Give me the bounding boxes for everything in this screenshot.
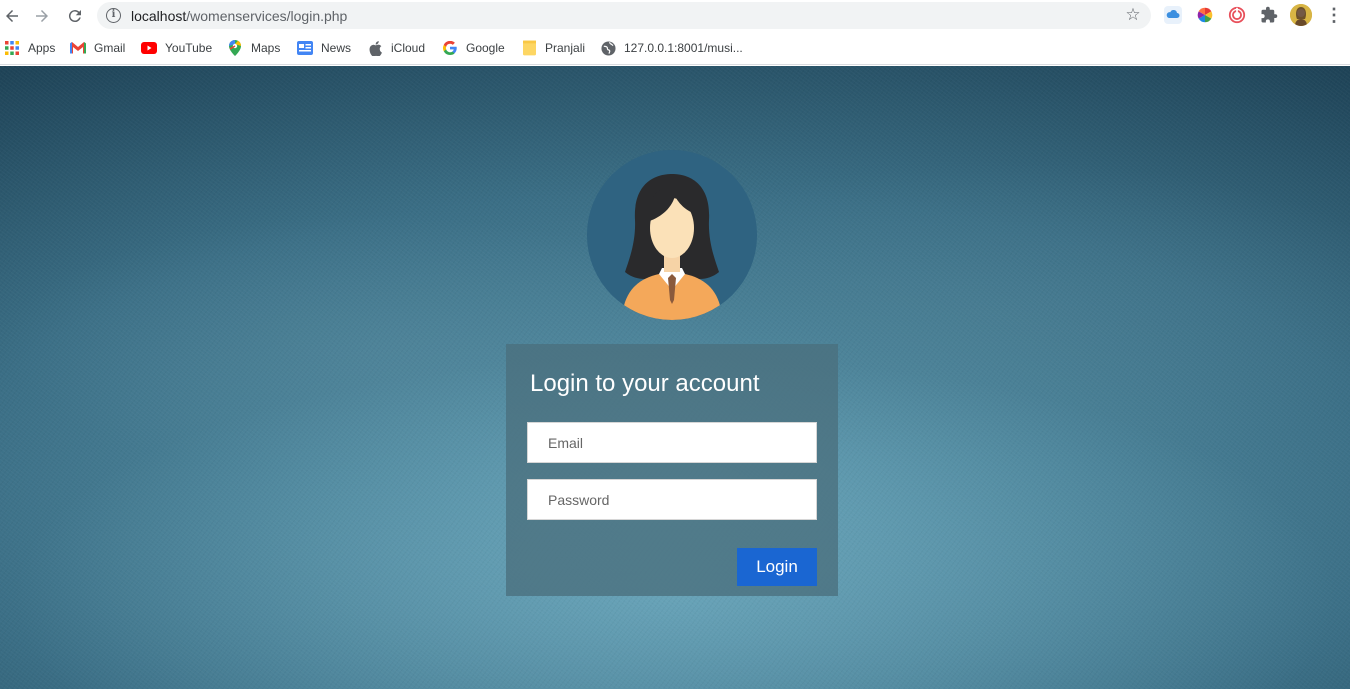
- email-field[interactable]: [527, 422, 817, 463]
- bookmark-label: YouTube: [165, 41, 213, 55]
- user-avatar-illustration: [587, 150, 757, 320]
- bookmark-label: Pranjali: [545, 41, 586, 55]
- bookmark-local-music[interactable]: 127.0.0.1:8001/musi...: [600, 38, 743, 58]
- login-panel: Login to your account Login: [506, 344, 838, 596]
- google-icon: [442, 40, 458, 56]
- bookmark-youtube[interactable]: YouTube: [141, 38, 212, 58]
- browser-toolbar: i localhost/womenservices/login.php ☆ ⋮: [0, 0, 1350, 32]
- bookmark-maps[interactable]: Maps: [227, 38, 280, 58]
- bookmark-pranjali[interactable]: Pranjali: [521, 38, 585, 58]
- bookmark-label: Gmail: [94, 41, 126, 55]
- maps-icon: [227, 40, 243, 56]
- back-arrow-icon[interactable]: [0, 4, 24, 28]
- login-page-background: Login to your account Login: [0, 66, 1350, 689]
- bookmark-star-icon[interactable]: ☆: [1124, 6, 1142, 24]
- folder-icon: [521, 40, 537, 56]
- news-icon: [297, 40, 313, 56]
- address-bar[interactable]: i localhost/womenservices/login.php ☆: [97, 2, 1151, 29]
- bookmarks-bar: Apps Gmail YouTube Maps News iCloud Goog…: [0, 32, 1350, 65]
- url-host: localhost: [131, 8, 187, 24]
- globe-icon: [600, 40, 616, 56]
- url-path: /womenservices/login.php: [186, 8, 348, 24]
- menu-kebab-icon[interactable]: ⋮: [1324, 5, 1344, 25]
- bookmark-label: iCloud: [391, 41, 426, 55]
- profile-avatar[interactable]: [1290, 4, 1312, 26]
- bookmark-icloud[interactable]: iCloud: [367, 38, 425, 58]
- reload-icon[interactable]: [63, 4, 87, 28]
- color-wheel-extension-icon[interactable]: [1195, 5, 1215, 25]
- bookmark-news[interactable]: News: [297, 38, 351, 58]
- bookmark-label: News: [321, 41, 352, 55]
- bookmark-label: Google: [466, 41, 505, 55]
- bookmark-label: Maps: [251, 41, 281, 55]
- bookmark-gmail[interactable]: Gmail: [70, 38, 125, 58]
- gmail-icon: [70, 40, 86, 56]
- info-icon[interactable]: i: [106, 8, 121, 23]
- bookmark-apps[interactable]: Apps: [4, 38, 55, 58]
- login-title: Login to your account: [530, 370, 760, 397]
- extensions-puzzle-icon[interactable]: [1259, 5, 1279, 25]
- bookmark-label: Apps: [28, 41, 56, 55]
- spiral-extension-icon[interactable]: [1227, 5, 1247, 25]
- apps-grid-icon: [4, 40, 20, 56]
- bookmark-google[interactable]: Google: [442, 38, 505, 58]
- url-text[interactable]: localhost/womenservices/login.php: [131, 8, 347, 24]
- apple-icon: [367, 40, 383, 56]
- bookmark-label: 127.0.0.1:8001/musi...: [624, 41, 743, 55]
- youtube-icon: [141, 40, 157, 56]
- forward-arrow-icon[interactable]: [30, 4, 54, 28]
- password-field[interactable]: [527, 479, 817, 520]
- login-button[interactable]: Login: [737, 548, 817, 586]
- cloud-extension-icon[interactable]: [1163, 5, 1183, 25]
